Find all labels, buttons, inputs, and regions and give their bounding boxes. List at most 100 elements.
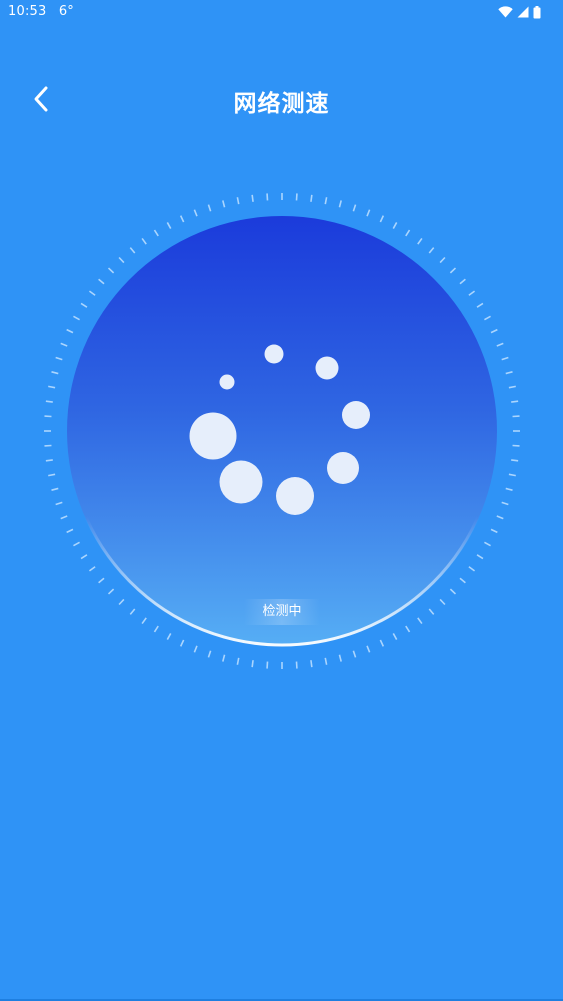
loader-dot <box>342 401 370 429</box>
gauge-tick <box>476 302 484 308</box>
gauge-tick <box>449 588 457 595</box>
gauge-tick <box>476 554 484 560</box>
gauge-tick <box>484 541 491 547</box>
gauge-tick <box>439 598 446 606</box>
gauge-tick <box>379 215 385 223</box>
status-icons <box>498 4 541 20</box>
gauge-tick <box>66 528 74 534</box>
gauge-tick <box>496 342 504 347</box>
gauge-tick <box>496 515 504 520</box>
gauge-tick <box>338 200 342 208</box>
gauge-tick <box>107 267 115 274</box>
gauge-tick <box>193 645 198 653</box>
gauge-tick <box>166 633 172 640</box>
gauge-tick <box>153 625 159 633</box>
gauge-tick <box>66 328 74 334</box>
wifi-icon <box>498 6 513 18</box>
gauge-tick <box>166 222 172 229</box>
gauge-tick <box>417 617 423 625</box>
gauge-tick <box>236 197 240 205</box>
gauge-tick <box>179 639 185 647</box>
gauge-tick <box>490 528 498 534</box>
loader-dot <box>276 477 314 515</box>
loader-dot <box>189 412 237 460</box>
gauge-tick <box>251 660 254 668</box>
gauge-tick <box>310 194 313 202</box>
gauge-tick <box>352 204 357 212</box>
gauge-tick <box>324 197 328 205</box>
gauge-tick <box>352 650 357 658</box>
gauge-tick <box>48 385 56 389</box>
gauge-tick <box>45 459 53 462</box>
gauge-tick <box>222 654 226 662</box>
loader-dot <box>315 356 339 380</box>
gauge-tick <box>508 385 516 389</box>
gauge-tick <box>45 400 53 403</box>
gauge-tick <box>80 554 88 560</box>
gauge-tick <box>179 215 185 223</box>
gauge-tick <box>129 247 136 254</box>
gauge-tick <box>153 229 159 237</box>
status-left: 10:53 6° <box>8 4 82 19</box>
gauge-tick <box>73 315 80 321</box>
gauge-tick <box>428 247 435 254</box>
gauge-tick <box>60 515 68 520</box>
gauge-tick <box>80 302 88 308</box>
gauge-tick <box>511 459 519 462</box>
status-bar: 10:53 6° <box>0 0 563 24</box>
gauge-tick <box>490 328 498 334</box>
gauge-tick <box>505 371 513 375</box>
gauge-tick <box>88 290 96 296</box>
gauge-tick <box>310 660 313 668</box>
battery-icon <box>533 5 541 18</box>
gauge-tick <box>366 209 371 217</box>
loader-dot <box>219 374 235 390</box>
gauge-tick <box>48 473 56 477</box>
gauge-tick <box>484 315 491 321</box>
gauge-tick <box>392 633 398 640</box>
gauge-tick <box>508 473 516 477</box>
status-temperature: 6° <box>58 4 74 19</box>
gauge-tick <box>459 577 466 584</box>
gauge-tick <box>55 501 63 506</box>
gauge-tick <box>468 566 476 572</box>
loader-dot <box>327 452 359 484</box>
gauge-tick <box>55 356 63 361</box>
gauge-tick <box>338 654 342 662</box>
gauge-tick <box>51 371 59 375</box>
gauge-tick <box>236 657 240 665</box>
gauge-tick <box>459 278 466 285</box>
gauge-tick <box>207 650 212 658</box>
gauge-tick <box>366 645 371 653</box>
gauge-tick <box>505 487 513 491</box>
gauge-tick <box>107 588 115 595</box>
gauge-tick <box>207 204 212 212</box>
gauge-tick <box>129 608 136 615</box>
page-title: 网络测速 <box>233 91 330 117</box>
gauge-tick <box>405 229 411 237</box>
gauge-tick <box>88 566 96 572</box>
gauge-tick <box>98 577 105 584</box>
gauge-tick <box>60 342 68 347</box>
gauge-tick <box>501 501 509 506</box>
gauge-tick <box>501 356 509 361</box>
gauge-tick <box>141 617 147 625</box>
gauge-tick <box>73 541 80 547</box>
gauge-tick <box>449 267 457 274</box>
gauge-tick <box>405 625 411 633</box>
gauge-tick <box>468 290 476 296</box>
testing-status-label: 检测中 <box>244 599 320 625</box>
cell-signal-icon <box>517 6 529 18</box>
gauge-tick <box>193 209 198 217</box>
gauge-tick <box>511 400 519 403</box>
gauge-tick <box>222 200 226 208</box>
gauge-tick <box>51 487 59 491</box>
loader-dot <box>264 344 284 364</box>
loader-dot <box>219 460 263 504</box>
gauge-tick <box>98 278 105 285</box>
gauge-tick <box>428 608 435 615</box>
gauge-tick <box>251 194 254 202</box>
gauge-tick <box>392 222 398 229</box>
gauge-tick <box>118 598 125 606</box>
gauge-tick <box>417 237 423 245</box>
